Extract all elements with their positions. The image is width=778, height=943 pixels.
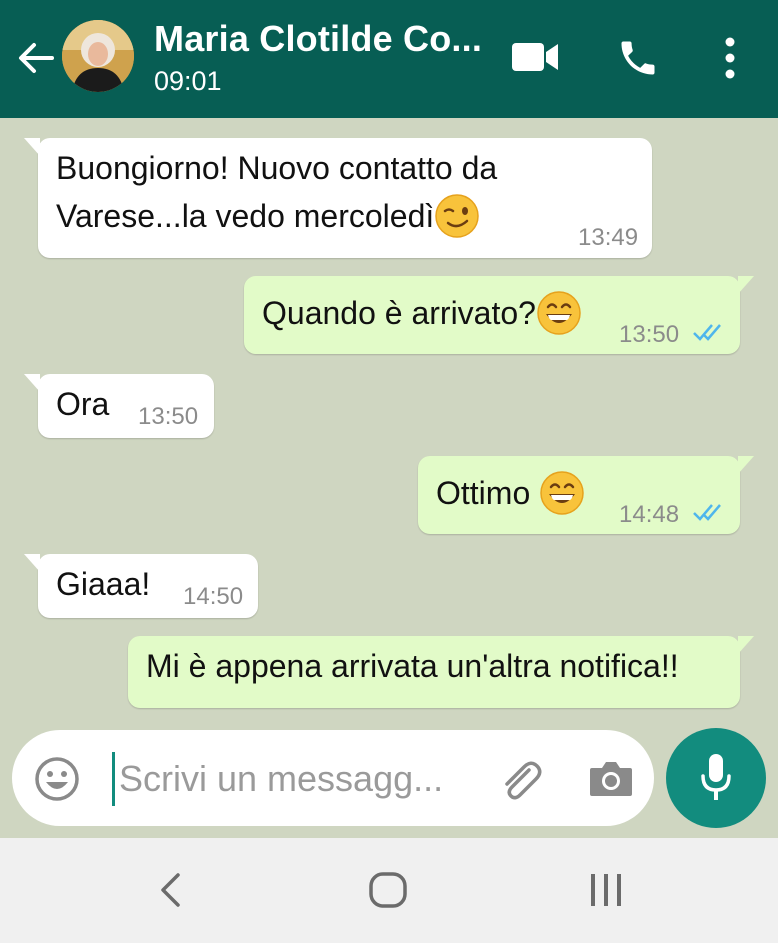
chat-header: Maria Clotilde Co... 09:01 xyxy=(0,0,778,118)
message-bubble-incoming[interactable]: Buongiorno! Nuovo contatto da Varese...l… xyxy=(24,138,652,258)
message-input[interactable]: Scrivi un messagg... xyxy=(119,758,443,800)
read-receipt-icon xyxy=(693,504,721,521)
message-time: 13:50 xyxy=(138,403,199,430)
contact-status: 09:01 xyxy=(154,66,222,96)
message-text: Quando è arrivato? xyxy=(262,289,582,337)
message-time: 13:50 xyxy=(619,321,680,348)
message-text: Ora xyxy=(56,386,110,422)
nav-recents-icon[interactable] xyxy=(586,872,626,908)
message-bubble-incoming[interactable]: Giaaa! 14:50 xyxy=(24,554,258,618)
message-text: Giaaa! xyxy=(56,566,151,602)
grinning-face-emoji xyxy=(540,470,584,515)
text-caret xyxy=(112,752,115,806)
message-text: Mi è appena arrivata un'altra notifica!! xyxy=(146,648,679,684)
phone-icon[interactable] xyxy=(616,36,660,80)
attach-icon[interactable] xyxy=(496,756,546,806)
contact-name[interactable]: Maria Clotilde Co... xyxy=(154,18,482,60)
more-options-icon[interactable] xyxy=(718,36,742,80)
message-time: 14:48 xyxy=(619,501,680,528)
message-list[interactable]: Buongiorno! Nuovo contatto da Varese...l… xyxy=(0,118,778,728)
winking-face-emoji xyxy=(435,193,480,238)
read-receipt-icon xyxy=(693,324,721,341)
nav-home-icon[interactable] xyxy=(368,872,408,908)
message-composer[interactable]: Scrivi un messagg... xyxy=(12,730,654,826)
message-text: Buongiorno! Nuovo contatto da Varese...l… xyxy=(56,144,497,240)
message-bubble-outgoing[interactable]: Mi è appena arrivata un'altra notifica!! xyxy=(128,636,754,708)
voice-message-button[interactable] xyxy=(666,728,766,828)
nav-back-icon[interactable] xyxy=(158,872,182,908)
emoji-icon[interactable] xyxy=(34,756,80,802)
camera-icon[interactable] xyxy=(588,758,634,798)
system-nav-bar xyxy=(0,838,778,943)
back-arrow-icon[interactable] xyxy=(16,38,56,78)
message-bubble-incoming[interactable]: Ora 13:50 xyxy=(24,374,214,438)
video-call-icon[interactable] xyxy=(512,40,560,74)
message-bubble-outgoing[interactable]: Ottimo 14:48 xyxy=(418,456,754,534)
message-time: 13:49 xyxy=(578,224,639,251)
avatar[interactable] xyxy=(62,20,134,92)
message-text: Ottimo xyxy=(436,469,585,517)
message-bubble-outgoing[interactable]: Quando è arrivato? 13:50 xyxy=(244,276,754,354)
mic-icon xyxy=(701,754,731,800)
message-time: 14:50 xyxy=(183,583,244,610)
grinning-face-emoji xyxy=(537,290,581,335)
